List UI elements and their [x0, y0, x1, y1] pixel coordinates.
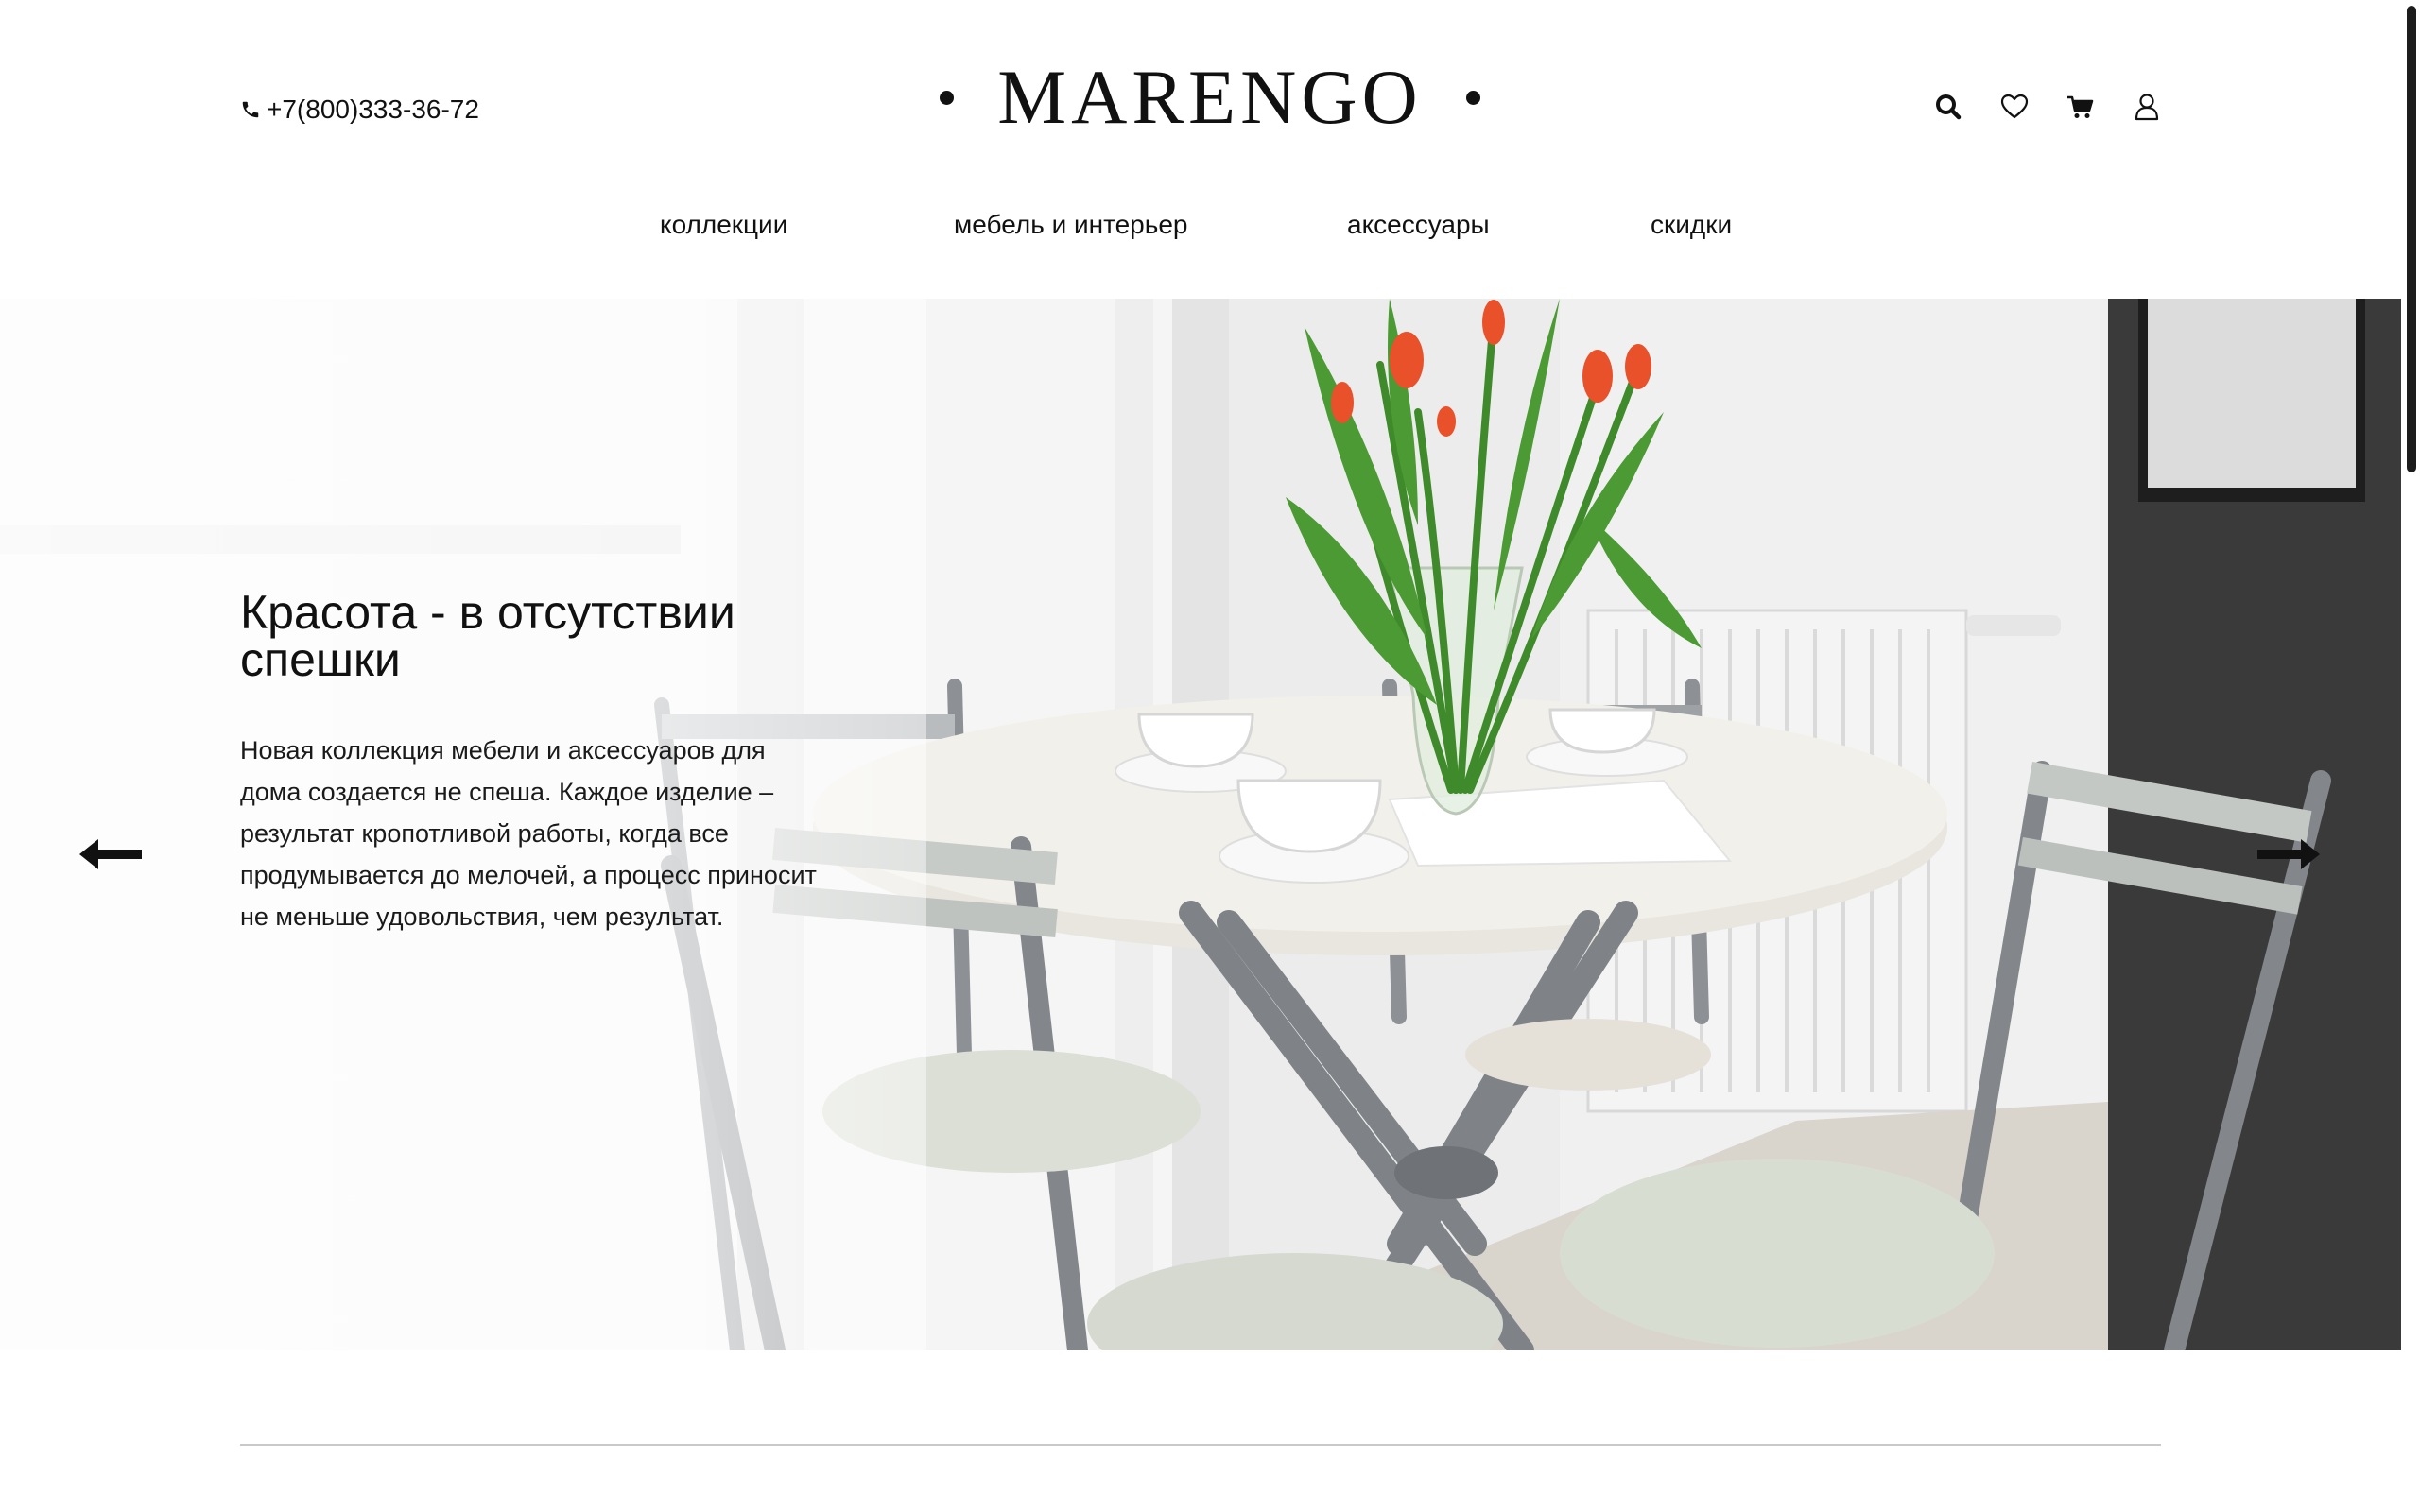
hero-title: Красота - в отсутствии спешки — [240, 586, 735, 686]
main-nav: коллекции мебель и интерьер аксессуары с… — [0, 210, 2420, 248]
hero-description: Новая коллекция мебели и аксессуаров для… — [240, 736, 817, 931]
nav-item-furniture[interactable]: мебель и интерьер — [954, 210, 1188, 240]
nav-item-discounts[interactable]: скидки — [1651, 210, 1732, 240]
cart-icon[interactable] — [2065, 91, 2097, 123]
page-scrollbar[interactable] — [2401, 0, 2420, 1512]
scrollbar-thumb[interactable] — [2407, 6, 2416, 472]
heart-icon[interactable] — [1998, 91, 2031, 123]
header-icons — [1932, 91, 2163, 123]
logo-text: MARENGO — [997, 54, 1423, 140]
slider-next-button[interactable] — [2254, 835, 2324, 873]
logo-dot-right — [1465, 90, 1480, 105]
nav-item-accessories[interactable]: аксессуары — [1347, 210, 1490, 240]
arrow-right-icon — [2257, 839, 2320, 869]
user-icon[interactable] — [2131, 91, 2163, 123]
nav-item-collections[interactable]: коллекции — [660, 210, 787, 240]
hero-slider: Красота - в отсутствии спешки Новая колл… — [0, 299, 2401, 1350]
search-icon[interactable] — [1932, 91, 1964, 123]
arrow-left-icon — [79, 839, 142, 869]
logo-dot-left — [940, 90, 955, 105]
section-divider — [240, 1444, 2161, 1446]
slider-prev-button[interactable] — [76, 835, 146, 873]
